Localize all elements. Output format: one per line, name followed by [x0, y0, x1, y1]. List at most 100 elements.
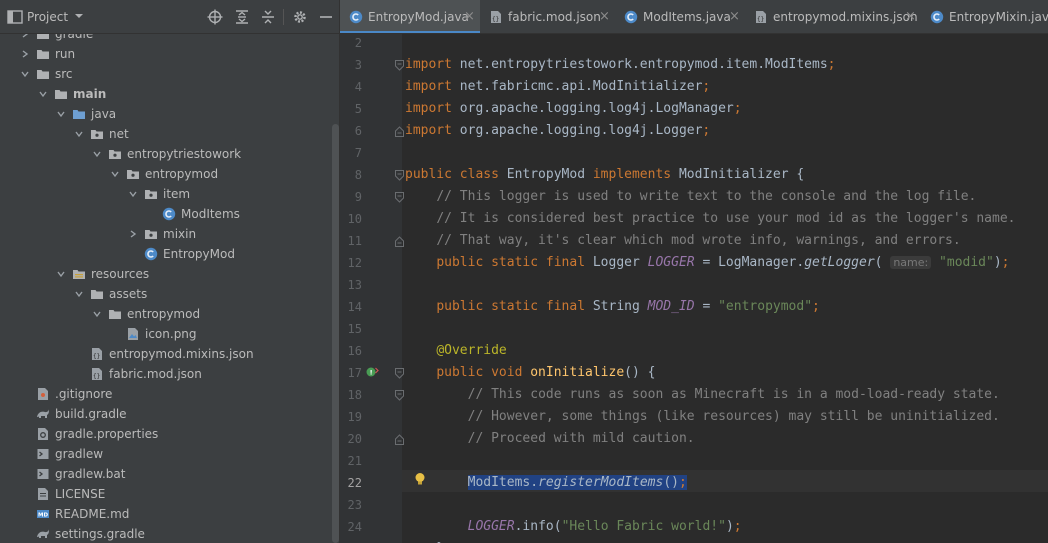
line-number: 20	[347, 432, 362, 446]
chevron-down-icon[interactable]	[110, 169, 120, 179]
tree-item[interactable]: LICENSE	[0, 484, 330, 504]
tree-item-label: settings.gradle	[55, 527, 145, 541]
project-view-icon[interactable]	[7, 9, 23, 25]
close-icon[interactable]: ×	[729, 9, 740, 24]
collapse-all-icon[interactable]	[260, 9, 276, 25]
chevron-right-icon[interactable]	[20, 49, 30, 59]
code-line[interactable]: public void onInitialize() {	[405, 362, 655, 384]
json-file-icon: {}	[756, 11, 766, 23]
code-line[interactable]: }	[405, 538, 444, 543]
tree-item[interactable]: gradlew	[0, 444, 330, 464]
tree-item[interactable]: icon.png	[0, 324, 330, 344]
code-line[interactable]: LOGGER.info("Hello Fabric world!");	[405, 516, 742, 538]
tree-item-label: build.gradle	[55, 407, 127, 421]
chevron-down-icon[interactable]	[128, 189, 138, 199]
tree-item[interactable]: gradle	[0, 34, 330, 44]
tree-item[interactable]: build.gradle	[0, 404, 330, 424]
folder-icon	[91, 290, 103, 299]
chevron-down-icon[interactable]	[20, 69, 30, 79]
tree-item[interactable]: entropytriestowork	[0, 144, 330, 164]
editor-tab[interactable]: ModItems.java ×	[615, 0, 745, 33]
code-editor[interactable]: 2345678910111213141516171819202122232425…	[340, 34, 1048, 543]
java-class-icon	[349, 10, 363, 24]
scrollbar-thumb[interactable]	[332, 124, 339, 543]
hide-icon[interactable]	[318, 9, 334, 25]
editor-tab[interactable]: {} fabric.mod.json ×	[480, 0, 615, 33]
code-line[interactable]: public class EntropyMod implements ModIn…	[405, 164, 804, 186]
tree-item[interactable]: entropymod	[0, 164, 330, 184]
svg-text:{}: {}	[93, 353, 100, 360]
tree-item[interactable]: main	[0, 84, 330, 104]
chevron-right-icon[interactable]	[20, 34, 30, 39]
tree-item[interactable]: {} fabric.mod.json	[0, 364, 330, 384]
code-line[interactable]: // Proceed with mild caution.	[405, 428, 695, 450]
tree-item[interactable]: {} entropymod.mixins.json	[0, 344, 330, 364]
code-line[interactable]: import org.apache.logging.log4j.LogManag…	[405, 98, 742, 120]
fold-icon[interactable]	[395, 170, 404, 181]
tree-item[interactable]: item	[0, 184, 330, 204]
package-icon	[127, 170, 139, 179]
locate-icon[interactable]	[207, 9, 223, 25]
tree-item[interactable]: run	[0, 44, 330, 64]
fold-icon[interactable]	[395, 368, 404, 379]
tree-item[interactable]: resources	[0, 264, 330, 284]
close-icon[interactable]: ×	[464, 9, 475, 24]
code-line[interactable]: // That way, it's clear which mod wrote …	[405, 230, 960, 252]
tree-item[interactable]: MD README.md	[0, 504, 330, 524]
gear-icon[interactable]	[292, 9, 308, 25]
fold-icon[interactable]	[395, 390, 404, 401]
fold-icon[interactable]	[395, 126, 404, 137]
editor-tab[interactable]: {} entropymod.mixins.json ×	[745, 0, 921, 33]
tree-item[interactable]: net	[0, 124, 330, 144]
tree-item-label: item	[163, 187, 191, 201]
chevron-down-icon[interactable]	[92, 149, 102, 159]
close-icon[interactable]: ×	[905, 9, 916, 24]
close-icon[interactable]: ×	[599, 9, 610, 24]
tree-item[interactable]: src	[0, 64, 330, 84]
package-icon	[145, 190, 157, 199]
code-line[interactable]: import org.apache.logging.log4j.Logger;	[405, 120, 710, 142]
code-line[interactable]: public static final String MOD_ID = "ent…	[405, 296, 820, 318]
chevron-down-icon[interactable]	[38, 89, 48, 99]
override-marker-icon[interactable]: !	[365, 365, 379, 379]
tree-item[interactable]: gradlew.bat	[0, 464, 330, 484]
tree-item[interactable]: mixin	[0, 224, 330, 244]
chevron-down-icon[interactable]	[56, 109, 66, 119]
code-line[interactable]: // This logger is used to write text to …	[405, 186, 976, 208]
chevron-down-icon[interactable]	[74, 289, 84, 299]
editor-tab[interactable]: EntropyMixin.java	[921, 0, 1048, 33]
tree-item[interactable]: EntropyMod	[0, 244, 330, 264]
tree-item[interactable]: settings.gradle	[0, 524, 330, 543]
tree-item[interactable]: assets	[0, 284, 330, 304]
code-line[interactable]: // This code runs as soon as Minecraft i…	[405, 384, 1000, 406]
chevron-down-icon[interactable]	[56, 269, 66, 279]
code-line[interactable]: import net.fabricmc.api.ModInitializer;	[405, 76, 710, 98]
expand-all-icon[interactable]	[234, 9, 250, 25]
line-number: 21	[347, 454, 362, 468]
code-line[interactable]: public static final Logger LOGGER = LogM…	[405, 252, 1009, 274]
editor-tab[interactable]: EntropyMod.java ×	[340, 0, 480, 33]
fold-icon[interactable]	[395, 192, 404, 203]
chevron-down-icon[interactable]	[74, 129, 84, 139]
code-line[interactable]: ModItems.registerModItems();	[405, 472, 687, 494]
tree-item[interactable]: .gitignore	[0, 384, 330, 404]
code-line[interactable]: import net.entropytriestowork.entropymod…	[405, 54, 835, 76]
folder-icon	[109, 310, 121, 319]
fold-icon[interactable]	[395, 60, 404, 71]
line-number: 5	[354, 102, 362, 116]
chevron-down-icon[interactable]	[74, 11, 84, 21]
chevron-down-icon[interactable]	[92, 309, 102, 319]
code-line[interactable]: // It is considered best practice to use…	[405, 208, 1015, 230]
tree-item[interactable]: ModItems	[0, 204, 330, 224]
fold-icon[interactable]	[395, 434, 404, 445]
line-number: 24	[347, 520, 362, 534]
code-line[interactable]: // However, some things (like resources)…	[405, 406, 1000, 428]
code-line[interactable]: @Override	[405, 340, 506, 362]
lightbulb-icon[interactable]	[414, 472, 426, 486]
tree-item[interactable]: gradle.properties	[0, 424, 330, 444]
tree-item[interactable]: java	[0, 104, 330, 124]
tree-item[interactable]: entropymod	[0, 304, 330, 324]
fold-icon[interactable]	[395, 236, 404, 247]
chevron-right-icon[interactable]	[128, 229, 138, 239]
project-title[interactable]: Project	[27, 10, 68, 24]
